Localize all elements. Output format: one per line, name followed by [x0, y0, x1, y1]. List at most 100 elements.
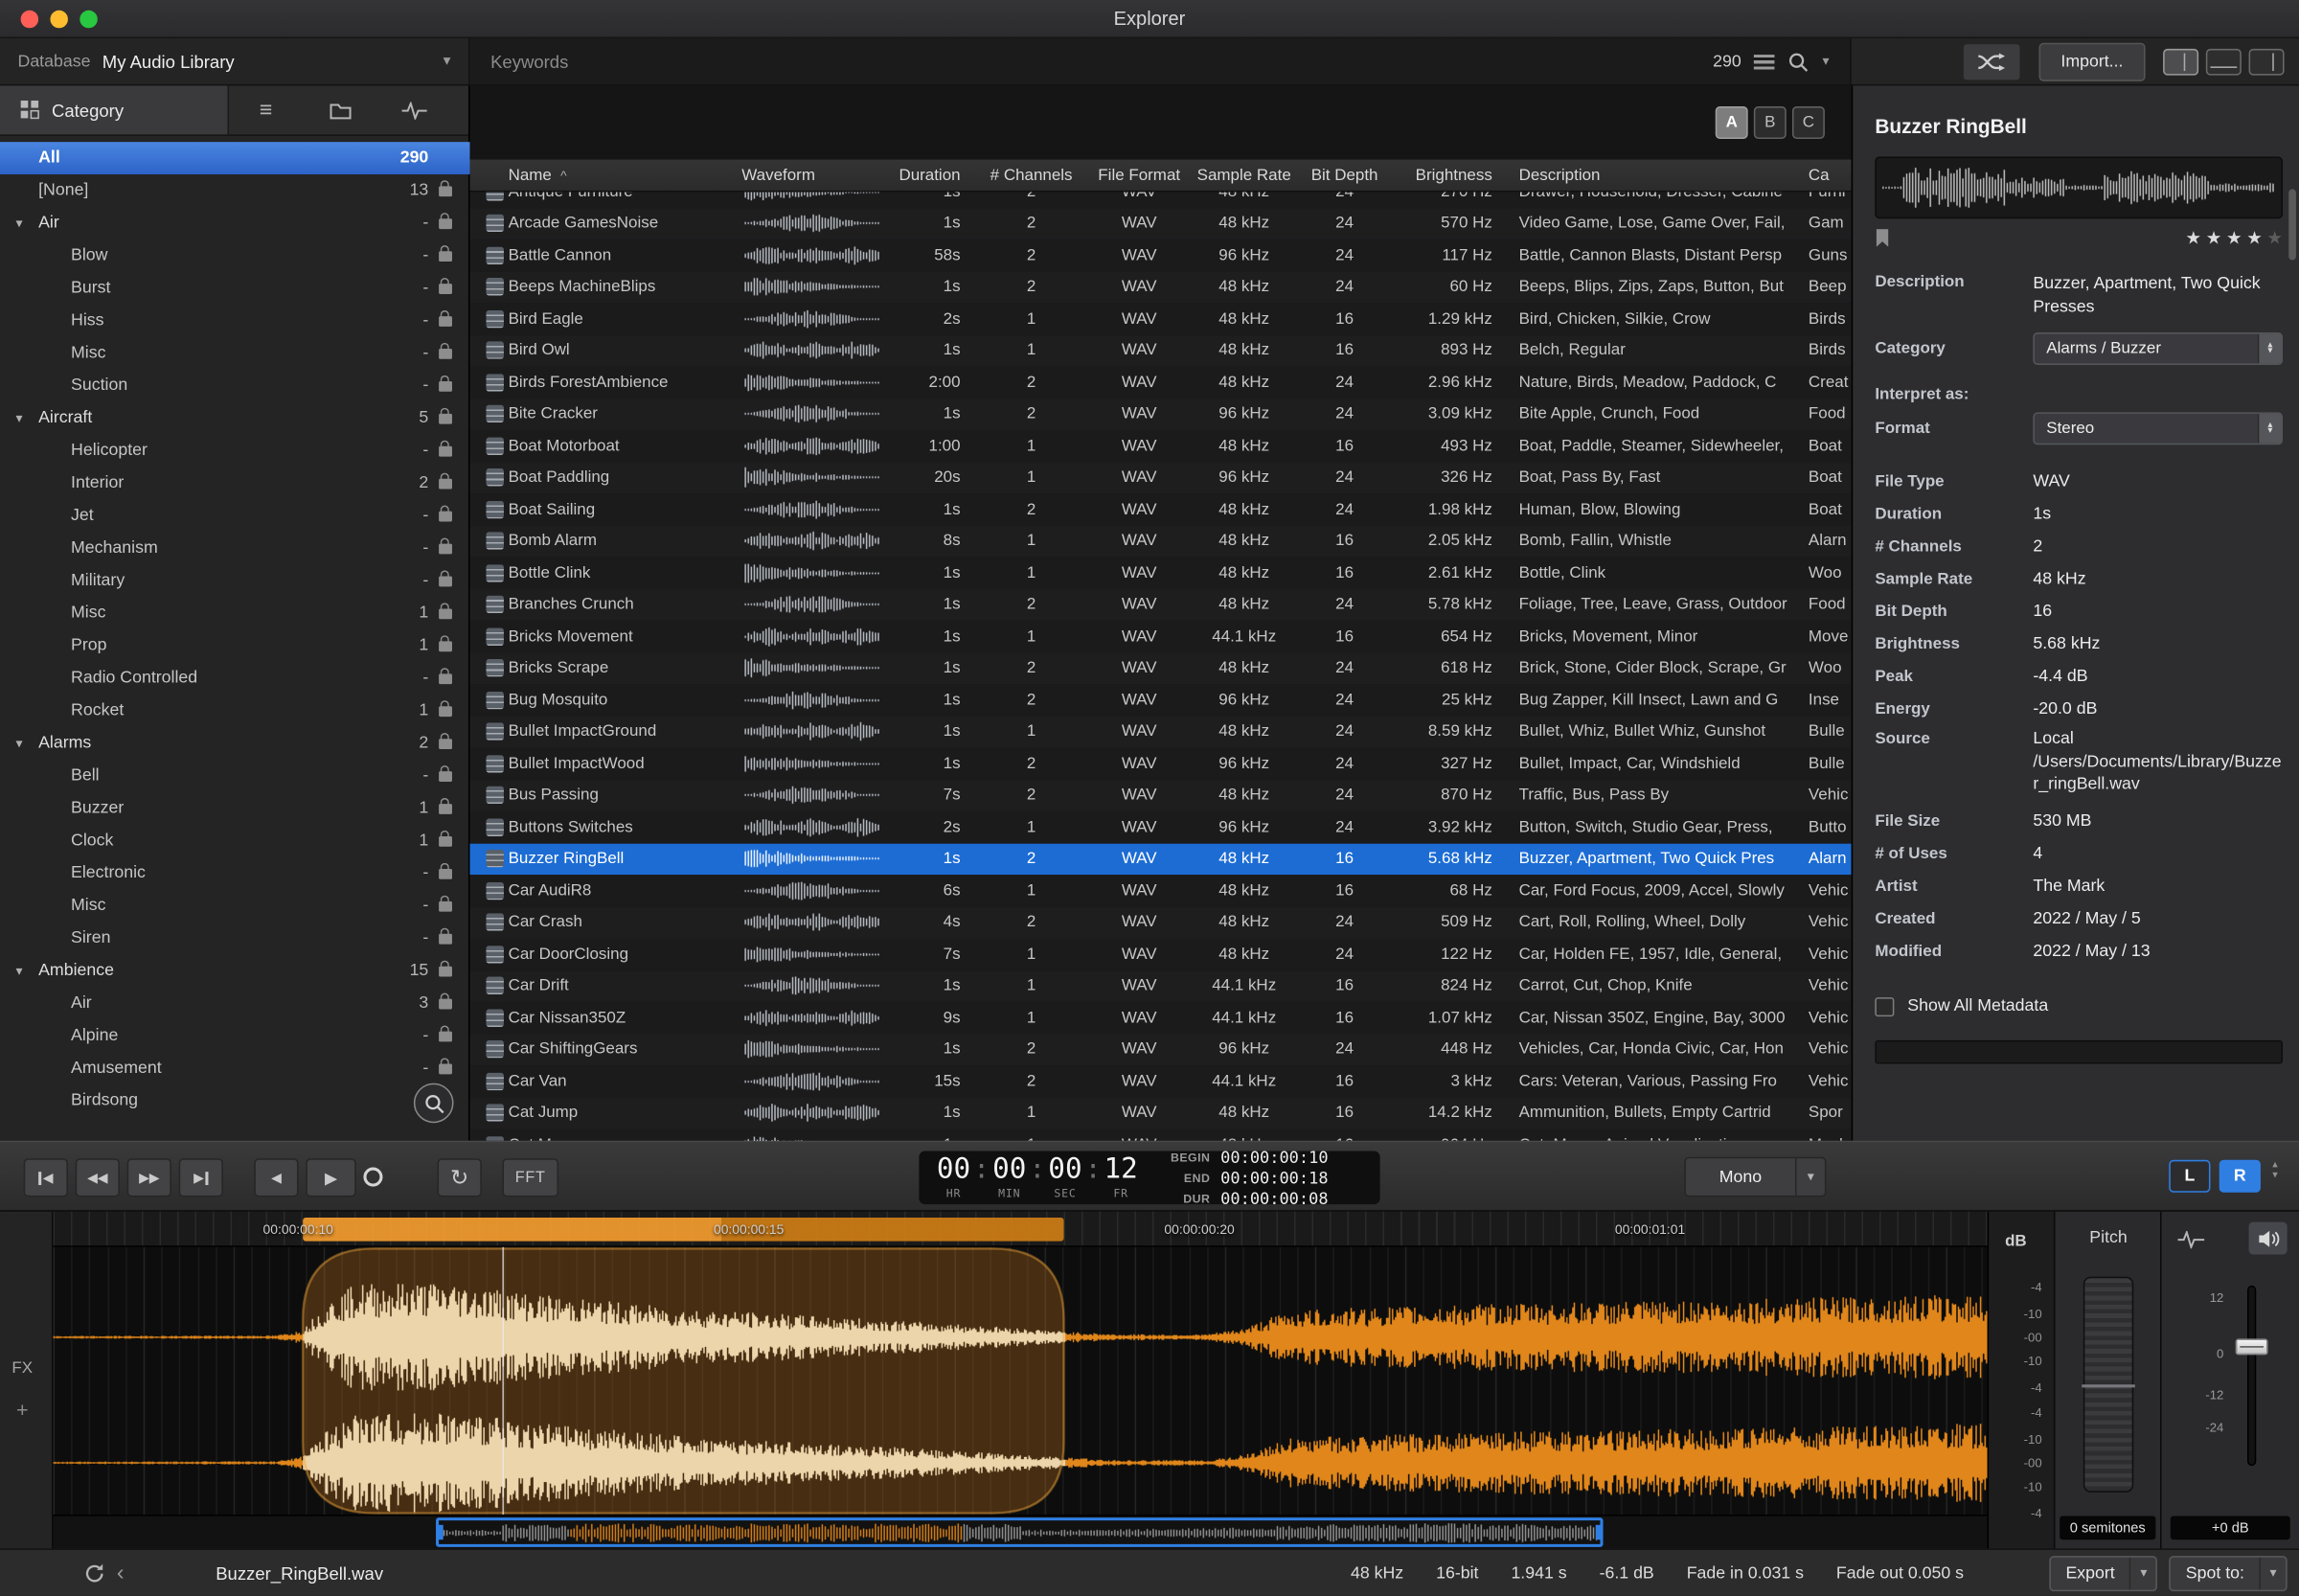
- sidebar-search-button[interactable]: [414, 1083, 454, 1124]
- table-row[interactable]: Car Nissan350Z9s1WAV44.1 kHz161.07 kHzCa…: [469, 1002, 1851, 1034]
- column-header-waveform[interactable]: Waveform: [741, 167, 895, 185]
- list-view-button[interactable]: ≡: [229, 85, 303, 134]
- sidebar-item-rocket[interactable]: Rocket1: [0, 695, 469, 727]
- sidebar-item-buzzer[interactable]: Buzzer1: [0, 792, 469, 825]
- fft-button[interactable]: FFT: [502, 1158, 558, 1197]
- column-header-ca[interactable]: Ca: [1797, 167, 1852, 185]
- rewind-button[interactable]: ◀◀: [76, 1158, 120, 1197]
- filter-button-a[interactable]: A: [1716, 106, 1748, 139]
- column-header-sample-rate[interactable]: Sample Rate: [1185, 167, 1303, 185]
- table-row[interactable]: Boat Motorboat1:001WAV48 kHz16493 HzBoat…: [469, 430, 1851, 462]
- pitch-slider[interactable]: [2083, 1277, 2133, 1493]
- skip-to-start-button[interactable]: ◀: [24, 1158, 68, 1197]
- inspector-scrollbar[interactable]: [2288, 189, 2296, 260]
- fast-forward-button[interactable]: ▶▶: [127, 1158, 171, 1197]
- chevron-down-icon[interactable]: ▾: [0, 410, 38, 426]
- table-row[interactable]: Bottle Clink1s1WAV48 kHz162.61 kHzBottle…: [469, 557, 1851, 588]
- table-row[interactable]: Car DoorClosing7s1WAV48 kHz24122 HzCar, …: [469, 938, 1851, 969]
- filter-button-c[interactable]: C: [1792, 106, 1825, 139]
- waveform-display[interactable]: [54, 1247, 1988, 1515]
- sidebar-item-prop[interactable]: Prop1: [0, 629, 469, 662]
- results-list-icon[interactable]: [1755, 54, 1776, 68]
- table-row[interactable]: Battle Cannon58s2WAV96 kHz24117 HzBattle…: [469, 239, 1851, 271]
- column-header-bit-depth[interactable]: Bit Depth: [1303, 167, 1385, 185]
- sidebar-item-alarms[interactable]: ▾Alarms2: [0, 727, 469, 760]
- star-icon[interactable]: ★: [2186, 229, 2202, 247]
- table-row[interactable]: Car Van15s2WAV44.1 kHz163 kHzCars: Veter…: [469, 1065, 1851, 1097]
- table-row[interactable]: Birds ForestAmbience2:002WAV48 kHz242.96…: [469, 367, 1851, 399]
- channel-mode-dropdown[interactable]: Mono ▾: [1684, 1157, 1826, 1197]
- database-selector[interactable]: Database My Audio Library ▾: [0, 38, 469, 84]
- sidebar-item-helicopter[interactable]: Helicopter-: [0, 434, 469, 467]
- play-button[interactable]: ▶: [306, 1158, 355, 1197]
- selection-range-band[interactable]: [303, 1218, 1063, 1242]
- sidebar-item-all[interactable]: All290: [0, 142, 469, 174]
- sync-icon[interactable]: [82, 1562, 106, 1584]
- table-row[interactable]: Car Crash4s2WAV48 kHz24509 HzCart, Roll,…: [469, 906, 1851, 938]
- table-row[interactable]: Bricks Scrape1s2WAV48 kHz24618 HzBrick, …: [469, 652, 1851, 684]
- sidebar-item-electronic[interactable]: Electronic-: [0, 857, 469, 890]
- sidebar-item-air[interactable]: ▾Air-: [0, 207, 469, 239]
- right-channel-button[interactable]: R: [2219, 1160, 2261, 1193]
- sidebar-item-misc[interactable]: Misc-: [0, 337, 469, 370]
- sidebar-item-amusement[interactable]: Amusement-: [0, 1052, 469, 1084]
- table-row[interactable]: Bird Owl1s1WAV48 kHz16893 HzBelch, Regul…: [469, 334, 1851, 366]
- sidebar-item-suction[interactable]: Suction-: [0, 370, 469, 402]
- close-window-button[interactable]: [21, 11, 39, 29]
- add-fx-button[interactable]: +: [16, 1398, 29, 1422]
- layout-right-panel-button[interactable]: [2249, 48, 2285, 75]
- chevron-down-icon[interactable]: ▾: [0, 963, 38, 979]
- minimize-window-button[interactable]: [50, 11, 68, 29]
- table-row[interactable]: Bullet ImpactWood1s2WAV96 kHz24327 HzBul…: [469, 747, 1851, 779]
- sidebar-item-blow[interactable]: Blow-: [0, 239, 469, 272]
- timeline-ruler[interactable]: 00:00:00:1000:00:00:1500:00:00:2000:00:0…: [54, 1212, 1988, 1247]
- sidebar-item-hiss[interactable]: Hiss-: [0, 305, 469, 337]
- sidebar-item-burst[interactable]: Burst-: [0, 272, 469, 305]
- chevron-down-icon[interactable]: ▾: [0, 215, 38, 231]
- waveform-view-button[interactable]: [376, 85, 450, 134]
- table-row[interactable]: Bus Passing7s2WAV48 kHz24870 HzTraffic, …: [469, 780, 1851, 811]
- sidebar-item-none[interactable]: [None]13: [0, 174, 469, 207]
- column-header-brightness[interactable]: Brightness: [1386, 167, 1504, 185]
- tab-category[interactable]: Category: [0, 85, 229, 134]
- star-icon[interactable]: ★: [2266, 229, 2283, 247]
- spot-to-button[interactable]: Spot to: ▾: [2170, 1555, 2288, 1590]
- sidebar-item-radio-controlled[interactable]: Radio Controlled-: [0, 662, 469, 695]
- search-icon[interactable]: [1788, 51, 1810, 72]
- table-row[interactable]: Bite Cracker1s2WAV96 kHz243.09 kHzBite A…: [469, 399, 1851, 430]
- sidebar-item-alpine[interactable]: Alpine-: [0, 1019, 469, 1052]
- column-header-duration[interactable]: Duration: [896, 167, 969, 185]
- sidebar-item-misc[interactable]: Misc1: [0, 597, 469, 629]
- sidebar-item-clock[interactable]: Clock1: [0, 825, 469, 857]
- sidebar-item-interior[interactable]: Interior2: [0, 467, 469, 499]
- sidebar-item-air[interactable]: Air3: [0, 987, 469, 1019]
- gain-fader-handle[interactable]: [2236, 1338, 2268, 1355]
- signal-meter-button[interactable]: [2174, 1225, 2209, 1253]
- sidebar-item-birdsong[interactable]: Birdsong: [0, 1084, 469, 1117]
- skip-to-end-button[interactable]: ▶: [179, 1158, 223, 1197]
- keywords-search-bar[interactable]: 290 ▾: [469, 38, 1851, 84]
- column-header-description[interactable]: Description: [1504, 167, 1796, 185]
- chevron-down-icon[interactable]: ▾: [0, 735, 38, 751]
- table-row[interactable]: Car Drift1s1WAV44.1 kHz16824 HzCarrot, C…: [469, 970, 1851, 1002]
- sidebar-item-bell[interactable]: Bell-: [0, 760, 469, 792]
- table-row[interactable]: Bird Eagle2s1WAV48 kHz161.29 kHzBird, Ch…: [469, 303, 1851, 334]
- table-row[interactable]: Boat Sailing1s2WAV48 kHz241.98 kHzHuman,…: [469, 493, 1851, 525]
- table-row[interactable]: Bug Mosquito1s2WAV96 kHz2425 kHzBug Zapp…: [469, 684, 1851, 716]
- sidebar-item-aircraft[interactable]: ▾Aircraft5: [0, 402, 469, 435]
- playhead-cursor[interactable]: [502, 1247, 504, 1515]
- folder-view-button[interactable]: [303, 85, 376, 134]
- layout-split-horizontal-button[interactable]: [2206, 48, 2242, 75]
- star-icon[interactable]: ★: [2246, 229, 2263, 247]
- table-row[interactable]: Cat Jump1s1WAV48 kHz1614.2 kHzAmmunition…: [469, 1097, 1851, 1129]
- layout-split-vertical-button[interactable]: [2163, 48, 2198, 75]
- waveform-canvas[interactable]: [54, 1247, 1988, 1515]
- sidebar-item-misc[interactable]: Misc-: [0, 890, 469, 923]
- flag-icon[interactable]: [1875, 228, 1889, 247]
- left-channel-button[interactable]: L: [2169, 1160, 2210, 1193]
- keywords-input[interactable]: [490, 51, 934, 72]
- collapse-chevron-icon[interactable]: ‹: [117, 1562, 125, 1584]
- search-options-chevron-icon[interactable]: ▾: [1823, 54, 1830, 70]
- table-row[interactable]: Boat Paddling20s1WAV96 kHz24326 HzBoat, …: [469, 462, 1851, 493]
- record-circle-button[interactable]: [363, 1168, 382, 1187]
